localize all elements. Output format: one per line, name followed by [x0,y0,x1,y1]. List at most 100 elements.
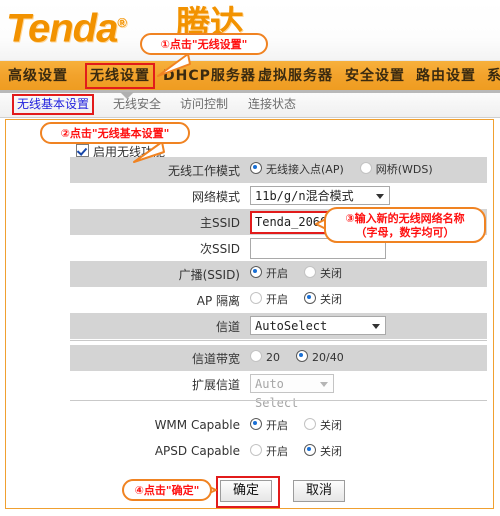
ap-isolation-control: 开启 关闭 [250,287,358,313]
nav-item-1[interactable]: 无线设置 [85,63,155,89]
callout-step1: ①点击"无线设置" [140,33,268,55]
broadcast-ssid-option-label-1: 关闭 [320,267,342,280]
network-mode-control: 11b/g/n混合模式 [250,183,390,209]
broadcast-ssid-label: 广播(SSID) [178,268,240,282]
router-admin-page: Tenda® 腾达 高级设置 无线设置 DHCP服务器 虚拟服务器 安全设置 路由设置系 … [0,0,500,516]
secondary-ssid-label: 次SSID [199,242,240,256]
ap-isolation-radio-0[interactable] [250,292,262,304]
section-divider-bottom [70,400,487,401]
tenda-logo: Tenda® [6,2,127,51]
nav-pointer-triangle-icon [120,92,134,99]
nav-item-5[interactable]: 路由设置 [416,65,476,87]
broadcast-ssid-radio-0[interactable] [250,266,262,278]
extension-channel-control: Auto Select [250,371,334,410]
channel-bandwidth-option-0[interactable]: 20 [250,345,280,371]
channel-bandwidth-label: 信道带宽 [191,352,240,366]
callout-step3-line1: ③输入新的无线网络名称 [345,212,465,225]
row-ap-isolation: AP 隔离 开启 关闭 [70,287,487,313]
wmm-capable-option-0[interactable]: 开启 [250,413,288,439]
channel-bandwidth-option-label-1: 20/40 [312,351,344,364]
wmm-capable-radio-0[interactable] [250,418,262,430]
callout-step4: ④点击"确定" [122,479,212,501]
broadcast-ssid-option-1[interactable]: 关闭 [304,261,342,287]
callout-step3: ③输入新的无线网络名称 （字母，数字均可） [324,207,486,243]
apsd-capable-radio-0[interactable] [250,444,262,456]
sub-tab-2[interactable]: 访问控制 [180,96,228,113]
extension-channel-label: 扩展信道 [191,378,240,392]
channel-bandwidth-option-label-0: 20 [266,351,280,364]
callout-step1-tail [148,52,198,78]
broadcast-ssid-option-label-0: 开启 [266,267,288,280]
nav-item-6[interactable]: 系 [487,65,500,87]
row-broadcast-ssid: 广播(SSID) 开启 关闭 [70,261,487,287]
ap-isolation-option-label-0: 开启 [266,293,288,306]
ap-isolation-label: AP 隔离 [196,294,240,308]
callout-step2: ②点击"无线基本设置" [40,122,190,144]
channel-bandwidth-radio-1[interactable] [296,350,308,362]
row-extension-channel: 扩展信道 Auto Select [70,371,487,410]
sub-tab-0[interactable]: 无线基本设置 [12,94,95,115]
row-channel: 信道 AutoSelect [70,313,487,339]
wmm-capable-radio-1[interactable] [304,418,316,430]
work-mode-control: 无线接入点(AP) 网桥(WDS) [250,157,449,183]
wmm-capable-label: WMM Capable [154,418,240,432]
row-apsd-capable: APSD Capable 开启 关闭 [70,439,487,465]
section-divider-top [70,340,487,341]
row-channel-bandwidth: 信道带宽 20 20/40 [70,345,487,371]
nav-item-0[interactable]: 高级设置 [8,65,68,87]
apsd-capable-control: 开启 关闭 [250,439,358,465]
registered-mark-icon: ® [117,15,127,30]
row-wmm-capable: WMM Capable 开启 关闭 [70,413,487,439]
channel-label: 信道 [215,320,240,334]
row-network-mode: 网络模式 11b/g/n混合模式 [70,183,487,209]
sub-tab-3[interactable]: 连接状态 [248,96,296,113]
apsd-capable-radio-1[interactable] [304,444,316,456]
work-mode-radio-1[interactable] [359,162,372,174]
channel-control: AutoSelect [250,313,386,339]
ok-button[interactable]: 确定 [220,480,272,502]
work-mode-radio-0[interactable] [250,162,262,174]
chevron-down-icon [320,382,328,387]
ap-isolation-option-0[interactable]: 开启 [250,287,288,313]
cancel-button[interactable]: 取消 [293,480,345,502]
channel-select[interactable]: AutoSelect [250,316,386,335]
apsd-capable-option-label-1: 关闭 [320,445,342,458]
ap-isolation-option-label-1: 关闭 [320,293,342,306]
chevron-down-icon [372,324,380,329]
work-mode-option-1[interactable]: 网桥(WDS) [359,157,433,183]
logo-wordmark: Tenda [6,6,118,51]
work-mode-option-label-1: 网桥(WDS) [375,163,433,176]
sub-tab-bar: 无线基本设置 无线安全 访问控制 连接状态 [0,93,500,118]
channel-bandwidth-radio-0[interactable] [250,350,262,362]
apsd-capable-option-1[interactable]: 关闭 [304,439,342,465]
apsd-capable-option-label-0: 开启 [266,445,288,458]
network-mode-label: 网络模式 [191,190,240,204]
broadcast-ssid-control: 开启 关闭 [250,261,358,287]
channel-select-value: AutoSelect [255,319,328,333]
enable-wireless-checkbox[interactable] [76,144,89,157]
ap-isolation-option-1[interactable]: 关闭 [304,287,342,313]
channel-bandwidth-option-1[interactable]: 20/40 [296,345,344,371]
ap-isolation-radio-1[interactable] [304,292,316,304]
work-mode-option-label-0: 无线接入点(AP) [266,163,344,176]
nav-item-3[interactable]: 虚拟服务器 [258,65,333,87]
callout-step3-line2: （字母，数字均可） [355,226,455,239]
wmm-capable-option-1[interactable]: 关闭 [304,413,342,439]
wmm-capable-control: 开启 关闭 [250,413,358,439]
wmm-capable-option-label-1: 关闭 [320,419,342,432]
apsd-capable-option-0[interactable]: 开启 [250,439,288,465]
nav-item-4[interactable]: 安全设置 [345,65,405,87]
network-mode-select-value: 11b/g/n混合模式 [255,189,354,203]
network-mode-select[interactable]: 11b/g/n混合模式 [250,186,390,205]
main-navigation: 高级设置 无线设置 DHCP服务器 虚拟服务器 安全设置 路由设置系 [0,60,500,91]
broadcast-ssid-radio-1[interactable] [304,266,316,278]
work-mode-option-0[interactable]: 无线接入点(AP) [250,157,344,183]
main-navigation-items: 高级设置 无线设置 DHCP服务器 虚拟服务器 安全设置 路由设置系 [0,61,500,91]
chevron-down-icon [376,194,384,199]
primary-ssid-label: 主SSID [199,216,240,230]
broadcast-ssid-option-0[interactable]: 开启 [250,261,288,287]
extension-channel-select-value: Auto Select [255,377,299,410]
channel-bandwidth-control: 20 20/40 [250,345,360,371]
extension-channel-select: Auto Select [250,374,334,410]
wmm-capable-option-label-0: 开启 [266,419,288,432]
